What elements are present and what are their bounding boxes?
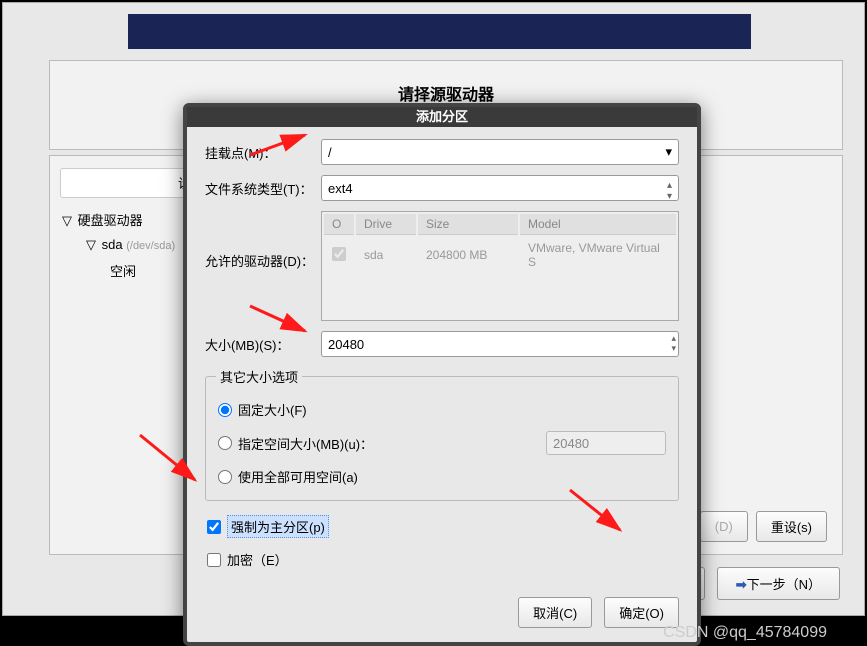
encrypt-checkbox[interactable] [207,553,221,567]
drive-row[interactable]: sda 204800 MB VMware, VMware Virtual S [324,237,676,273]
next-button[interactable]: ➡下一步（N） [717,567,840,600]
mount-point-value: / [328,145,332,160]
device-tree: ▽ 硬盘驱动器 ▽ sda (/dev/sda) 空闲 [60,206,177,284]
tree-drive-path: (/dev/sda) [126,240,175,252]
drive-size-cell: 204800 MB [418,237,518,273]
updown-icon: ▴▾ [667,180,672,202]
cancel-button[interactable]: 取消(C) [518,597,592,628]
fieldset-legend: 其它大小选项 [216,367,302,386]
fill-all-label: 使用全部可用空间(a) [238,467,358,486]
fstype-combo[interactable]: ext4 ▴▾ [321,175,679,201]
fill-to-value: 20480 [546,431,666,455]
fill-to-radio[interactable] [218,436,232,450]
d-button[interactable]: (D) [700,511,748,542]
panel-buttons: (D) 重设(s) [700,511,827,542]
dialog-title: 添加分区 [187,107,697,127]
dialog-body: 挂载点(M)： / ▾ 文件系统类型(T)： ext4 ▴▾ 允许的驱动器(D)… [187,127,697,587]
additional-size-options: 其它大小选项 固定大小(F) 指定空间大小(MB)(u)： 20480 使用全部… [205,367,679,501]
drive-model-cell: VMware, VMware Virtual S [520,237,676,273]
fill-to-label: 指定空间大小(MB)(u)： [238,434,373,453]
fstype-value: ext4 [328,181,353,196]
col-size: Size [418,214,518,235]
next-label: 下一步（N） [747,577,821,592]
tree-free[interactable]: 空闲 [108,257,177,284]
fill-all-radio[interactable] [218,470,232,484]
add-partition-dialog: 添加分区 挂载点(M)： / ▾ 文件系统类型(T)： ext4 ▴▾ 允许的驱… [183,103,701,646]
size-input[interactable]: 20480 ▴▾ [321,331,679,357]
fixed-size-label: 固定大小(F) [238,400,307,419]
mount-point-label: 挂载点(M)： [205,143,321,162]
tree-root[interactable]: ▽ 硬盘驱动器 [60,206,177,233]
col-model: Model [520,214,676,235]
header-bar [128,14,751,49]
disclosure-triangle-icon[interactable]: ▽ [86,237,98,253]
tree-label: 硬盘驱动器 [78,213,143,228]
fixed-size-radio[interactable] [218,403,232,417]
watermark: CSDN @qq_45784099 [663,624,827,642]
arrow-right-icon: ➡ [736,577,747,592]
size-value: 20480 [328,337,364,352]
force-primary-label: 强制为主分区(p) [227,515,329,538]
reset-button[interactable]: 重设(s) [756,511,827,542]
allowed-drives-list[interactable]: O Drive Size Model sda 204800 MB VMware,… [321,211,679,321]
col-check: O [324,214,354,235]
drive-checkbox[interactable] [332,247,346,261]
fstype-label: 文件系统类型(T)： [205,179,321,198]
force-primary-checkbox[interactable] [207,520,221,534]
encrypt-label: 加密（E） [227,550,288,569]
col-drive: Drive [356,214,416,235]
tree-drive-name: sda [102,237,123,252]
tree-free-label: 空闲 [110,264,136,279]
disclosure-triangle-icon[interactable]: ▽ [62,213,74,229]
drive-name-cell: sda [356,237,416,273]
dialog-buttons: 取消(C) 确定(O) [187,587,697,642]
size-label: 大小(MB)(S)： [205,335,321,354]
mount-point-combo[interactable]: / ▾ [321,139,679,165]
chevron-down-icon: ▾ [665,144,672,160]
drives-label: 允许的驱动器(D)： [205,211,321,270]
spinner-buttons[interactable]: ▴▾ [671,333,676,353]
tree-drive[interactable]: ▽ sda (/dev/sda) [84,233,177,257]
